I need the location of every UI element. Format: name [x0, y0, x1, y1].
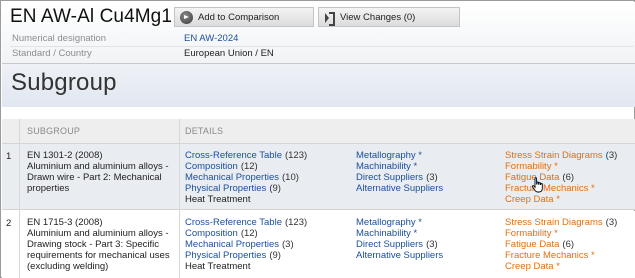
table-header: SUBGROUP DETAILS — [2, 119, 635, 144]
count: (3) — [605, 217, 618, 228]
details-column-2: Metallography * Machinability * Direct S… — [356, 150, 443, 194]
creep-data-link[interactable]: Creep Data * — [505, 261, 560, 272]
column-divider — [19, 119, 20, 278]
count: (12) — [240, 228, 258, 239]
column-divider — [179, 119, 180, 278]
count: (3) — [426, 172, 438, 183]
cross-reference-link[interactable]: Cross-Reference Table — [185, 150, 282, 161]
meta-row-designation: Numerical designation EN AW-2024 — [2, 32, 635, 46]
creep-data-link[interactable]: Creep Data * — [505, 194, 560, 205]
direct-suppliers-link[interactable]: Direct Suppliers — [356, 239, 423, 250]
details-column-1: Cross-Reference Table (123) Composition (1… — [185, 217, 307, 272]
numerical-designation-link[interactable]: EN AW-2024 — [184, 33, 238, 44]
count: (3) — [605, 150, 618, 161]
subgroup-standard: EN 1715-3 (2008) — [27, 217, 103, 228]
machinability-link[interactable]: Machinability * — [356, 228, 417, 239]
metallography-link[interactable]: Metallography * — [356, 150, 422, 161]
count: (3) — [282, 239, 294, 250]
details-column-3: Stress Strain Diagrams (3) Formability * … — [505, 217, 617, 272]
add-to-comparison-button[interactable]: Add to Comparison — [174, 7, 314, 27]
details-column-1: Cross-Reference Table (123) Composition (1… — [185, 150, 307, 205]
mechanical-properties-link[interactable]: Mechanical Properties — [185, 172, 279, 183]
row-number: 1 — [6, 151, 12, 162]
count: (123) — [284, 150, 308, 161]
count: (9) — [269, 183, 281, 194]
section-title: Subgroup — [11, 69, 117, 96]
section-band: Subgroup — [2, 64, 635, 107]
meta-value: European Union / EN — [184, 48, 274, 59]
machinability-link[interactable]: Machinability * — [356, 161, 417, 172]
subgroup-description: Aluminium and aluminium alloys - Drawing… — [27, 228, 170, 272]
composition-link[interactable]: Composition — [185, 228, 238, 239]
composition-link[interactable]: Composition — [185, 161, 238, 172]
physical-properties-link[interactable]: Physical Properties — [185, 183, 266, 194]
formability-link[interactable]: Formability * — [505, 161, 558, 172]
hand-cursor-icon — [531, 177, 543, 193]
subgroup-description: Aluminium and aluminium alloys - Drawn w… — [27, 161, 169, 194]
meta-label: Numerical designation — [12, 33, 106, 44]
subgroup-standard: EN 1301-2 (2008) — [27, 150, 103, 161]
column-header-details: DETAILS — [185, 126, 224, 136]
heat-treatment-label: Heat Treatment — [185, 194, 251, 205]
details-column-2: Metallography * Machinability * Direct S… — [356, 217, 443, 261]
stress-strain-diagrams-link[interactable]: Stress Strain Diagrams — [505, 150, 603, 161]
count: (6) — [562, 172, 575, 183]
stress-strain-diagrams-link[interactable]: Stress Strain Diagrams — [505, 217, 603, 228]
count: (123) — [284, 217, 308, 228]
row-number: 2 — [6, 218, 12, 229]
view-changes-icon — [324, 11, 335, 26]
column-header-subgroup: SUBGROUP — [27, 126, 81, 136]
count: (10) — [282, 172, 299, 183]
direct-suppliers-link[interactable]: Direct Suppliers — [356, 172, 423, 183]
count: (3) — [426, 239, 438, 250]
material-panel: EN AW-Al Cu4Mg1 Add to Comparison View C… — [0, 0, 635, 278]
cross-reference-link[interactable]: Cross-Reference Table — [185, 217, 282, 228]
physical-properties-link[interactable]: Physical Properties — [185, 250, 266, 261]
count: (6) — [562, 239, 575, 250]
heat-treatment-label: Heat Treatment — [185, 261, 251, 272]
view-changes-button[interactable]: View Changes (0) — [318, 7, 460, 27]
table-row: 2 EN 1715-3 (2008) Aluminium and alumini… — [2, 211, 635, 278]
material-title: EN AW-Al Cu4Mg1 — [10, 6, 172, 27]
subgroup-cell: EN 1301-2 (2008) Aluminium and aluminium… — [27, 150, 179, 194]
fracture-mechanics-link[interactable]: Fracture Mechanics * — [505, 183, 595, 194]
count: (9) — [269, 250, 281, 261]
metallography-link[interactable]: Metallography * — [356, 217, 422, 228]
count: (12) — [240, 161, 258, 172]
play-circle-icon — [180, 10, 193, 24]
meta-label: Standard / Country — [12, 48, 92, 59]
alternative-suppliers-link[interactable]: Alternative Suppliers — [356, 250, 443, 261]
add-to-comparison-label: Add to Comparison — [198, 11, 280, 23]
view-changes-label: View Changes (0) — [340, 11, 416, 23]
fatigue-data-link[interactable]: Fatigue Data — [505, 239, 559, 250]
alternative-suppliers-link[interactable]: Alternative Suppliers — [356, 183, 443, 194]
meta-row-standard: Standard / Country European Union / EN — [2, 47, 635, 61]
subgroup-table: SUBGROUP DETAILS 1 EN 1301-2 (2008) Alum… — [2, 119, 635, 278]
subgroup-cell: EN 1715-3 (2008) Aluminium and aluminium… — [27, 217, 179, 272]
details-column-3: Stress Strain Diagrams (3) Formability * … — [505, 150, 617, 205]
fracture-mechanics-link[interactable]: Fracture Mechanics * — [505, 250, 595, 261]
mechanical-properties-link[interactable]: Mechanical Properties — [185, 239, 279, 250]
formability-link[interactable]: Formability * — [505, 228, 558, 239]
